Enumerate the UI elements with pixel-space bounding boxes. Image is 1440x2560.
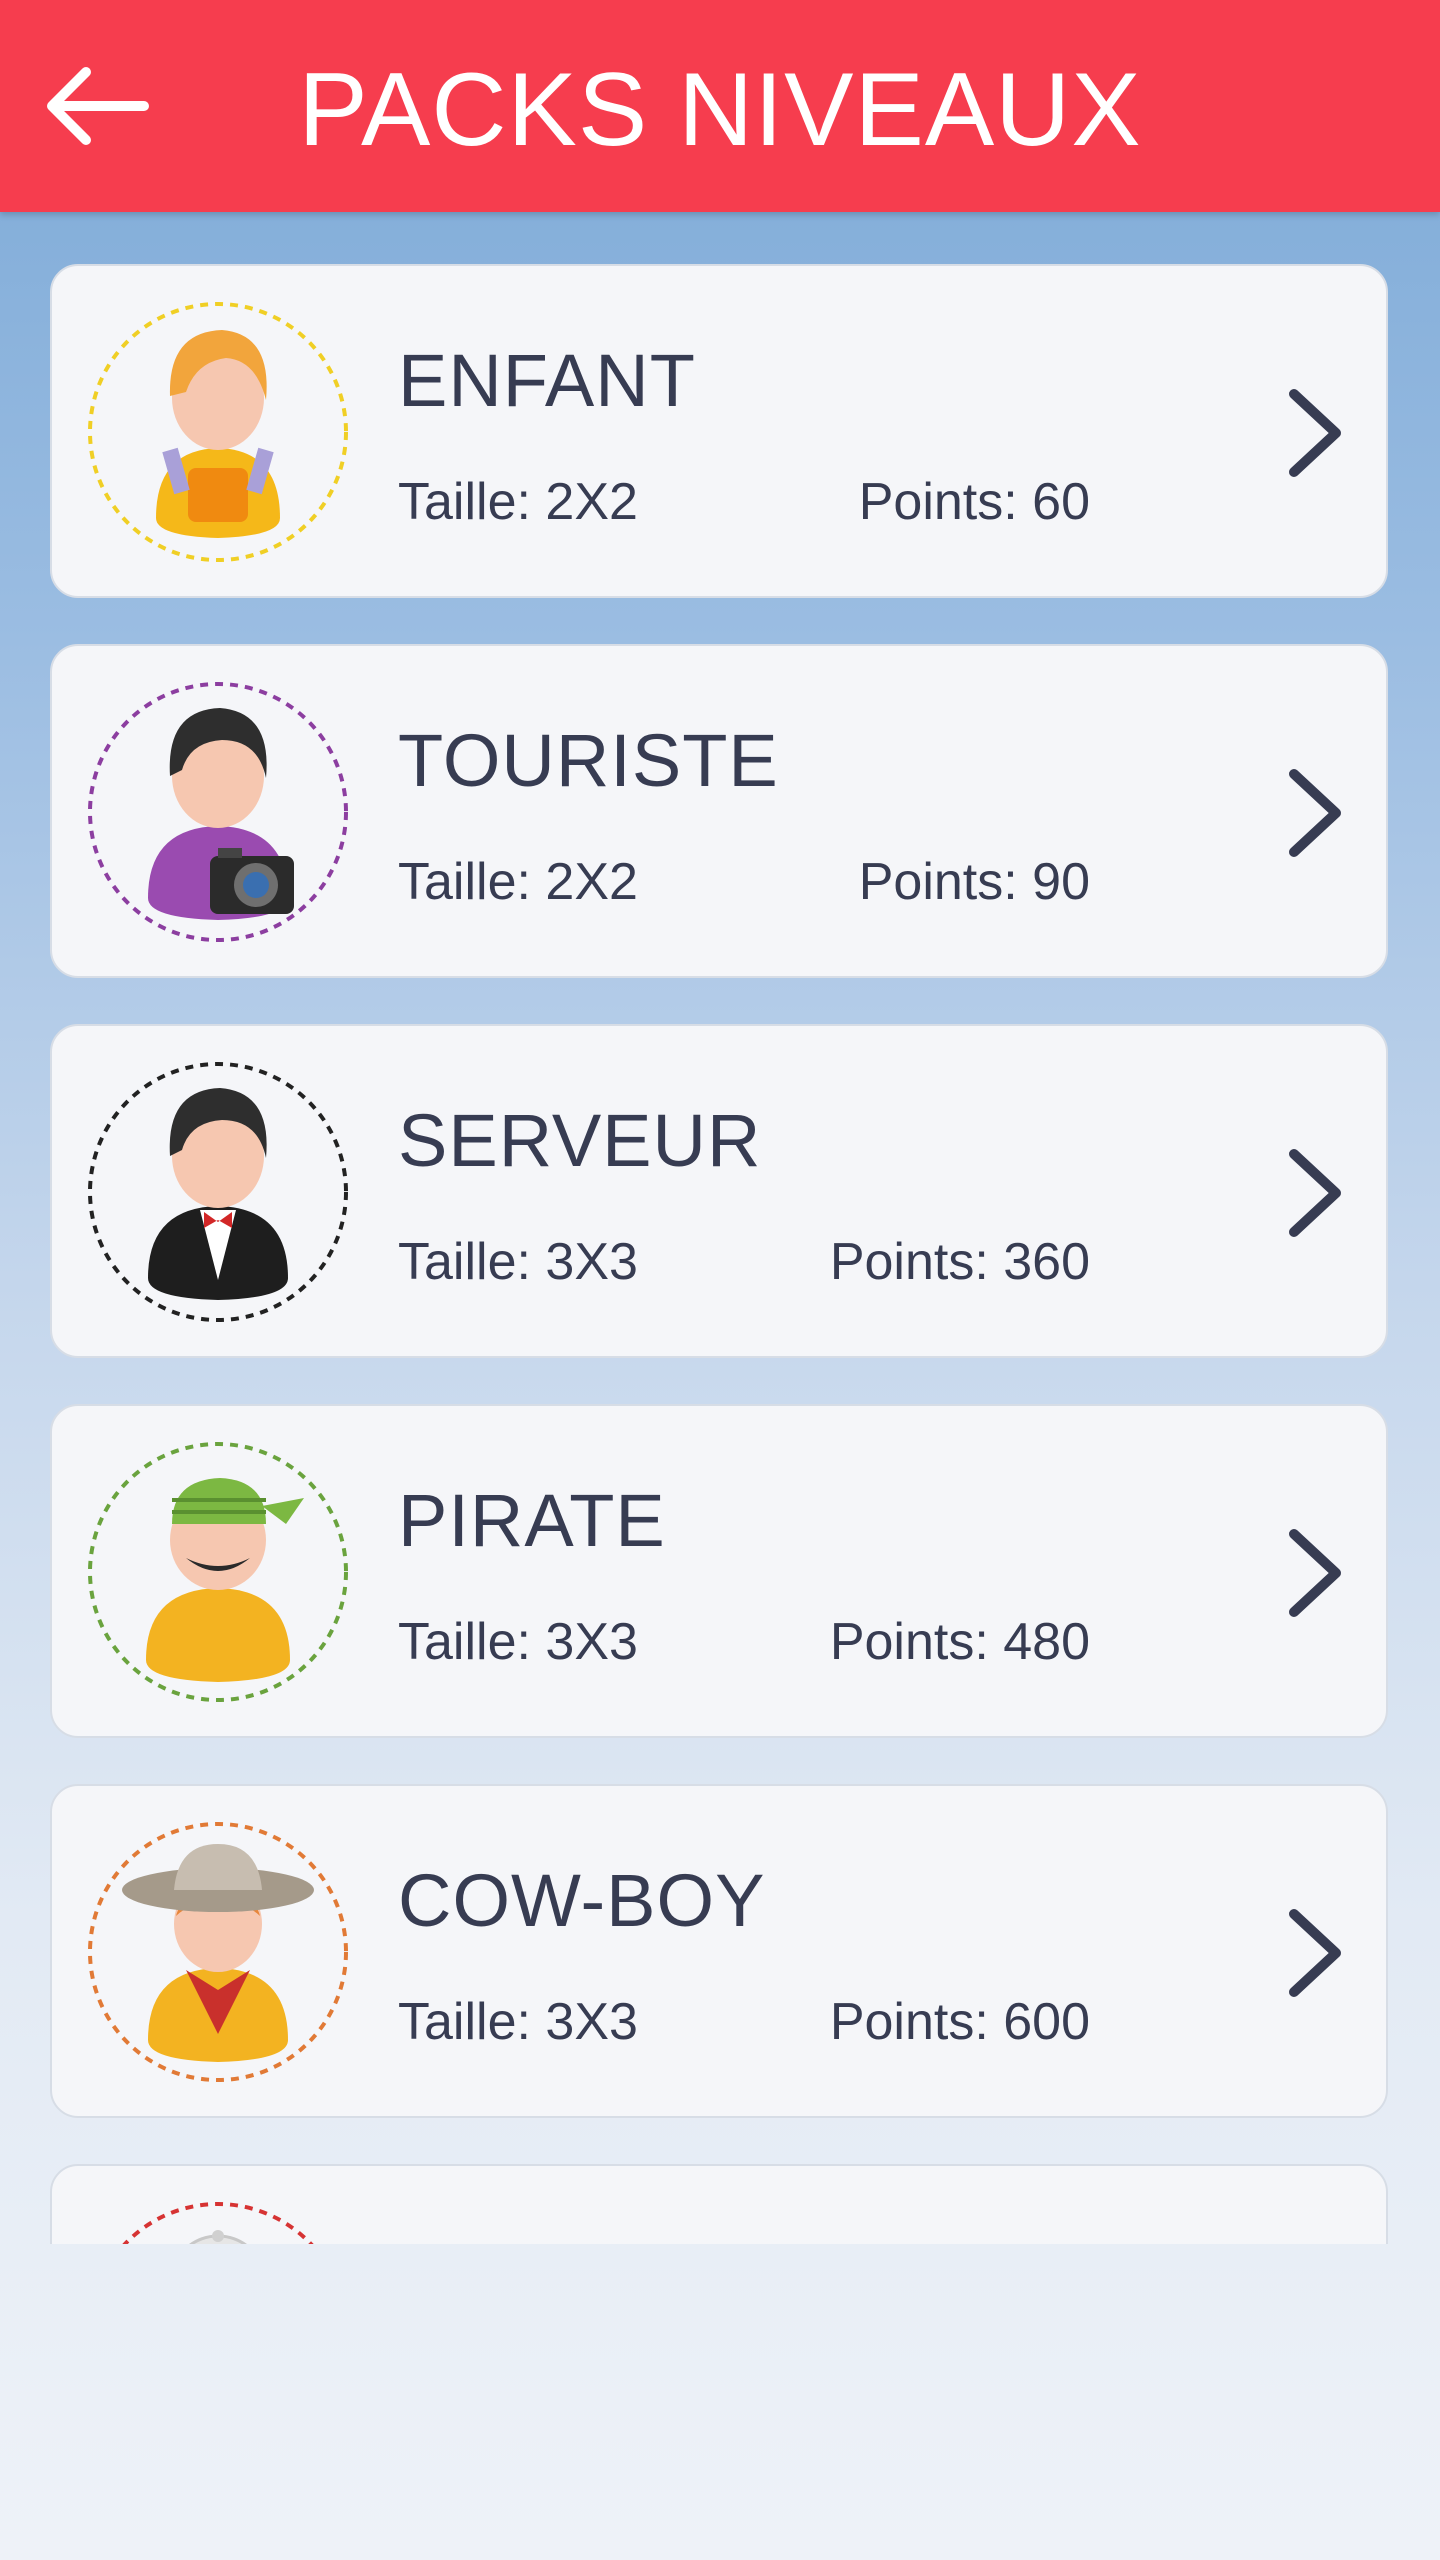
pack-points: Points: 600 — [829, 1993, 1090, 2051]
back-button[interactable] — [30, 46, 170, 166]
pack-card-enfant[interactable]: ENFANT Taille: 2X2 Points: 60 — [50, 264, 1388, 598]
pack-size: Taille: 3X3 — [398, 1613, 638, 1671]
tourist-avatar-icon — [86, 680, 350, 944]
cowboy-avatar-icon — [86, 1820, 350, 2084]
pack-name: PIRATE — [398, 1479, 666, 1562]
chevron-right-icon[interactable] — [1276, 758, 1356, 868]
next-avatar-icon — [86, 2200, 350, 2244]
waiter-avatar-icon — [86, 1060, 350, 1324]
page-title: PACKS NIVEAUX — [298, 52, 1142, 168]
pack-points: Points: 360 — [829, 1233, 1090, 1291]
pack-name: TOURISTE — [398, 719, 779, 802]
pack-points: Points: 60 — [858, 473, 1090, 531]
chevron-right-icon[interactable] — [1276, 1898, 1356, 2008]
pack-size: Taille: 3X3 — [398, 1993, 638, 2051]
pack-size: Taille: 2X2 — [398, 473, 638, 531]
pack-name: COW-BOY — [398, 1859, 766, 1942]
pack-card-pirate[interactable]: PIRATE Taille: 3X3 Points: 480 — [50, 1404, 1388, 1738]
pirate-avatar-icon — [86, 1440, 350, 1704]
pack-list[interactable]: ENFANT Taille: 2X2 Points: 60 TOURISTE T… — [0, 212, 1440, 2244]
pack-size: Taille: 3X3 — [398, 1233, 638, 1291]
child-avatar-icon — [86, 300, 350, 564]
chevron-right-icon[interactable] — [1276, 378, 1356, 488]
pack-size: Taille: 2X2 — [398, 853, 638, 911]
pack-card-serveur[interactable]: SERVEUR Taille: 3X3 Points: 360 — [50, 1024, 1388, 1358]
pack-points: Points: 90 — [858, 853, 1090, 911]
pack-points: Points: 480 — [829, 1613, 1090, 1671]
pack-name: SERVEUR — [398, 1099, 762, 1182]
chevron-right-icon[interactable] — [1276, 1518, 1356, 1628]
pack-card-touriste[interactable]: TOURISTE Taille: 2X2 Points: 90 — [50, 644, 1388, 978]
arrow-left-icon — [47, 67, 149, 145]
chevron-right-icon[interactable] — [1276, 1138, 1356, 1248]
top-app-bar: PACKS NIVEAUX — [0, 0, 1440, 212]
pack-card-partial[interactable] — [50, 2164, 1388, 2244]
pack-name: ENFANT — [398, 339, 696, 422]
pack-card-cowboy[interactable]: COW-BOY Taille: 3X3 Points: 600 — [50, 1784, 1388, 2118]
